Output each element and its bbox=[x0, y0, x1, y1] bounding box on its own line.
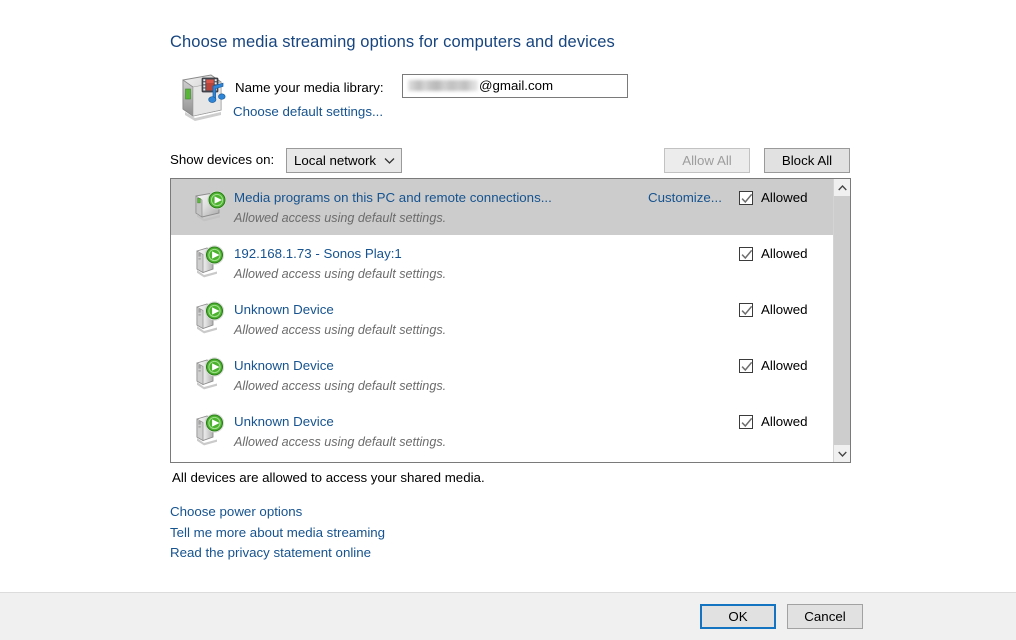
device-allowed-label: Allowed bbox=[761, 246, 808, 261]
device-allowed-label: Allowed bbox=[761, 358, 808, 373]
network-device-icon bbox=[193, 357, 229, 393]
ok-button[interactable]: OK bbox=[700, 604, 776, 629]
footer-links: Choose power optionsTell me more about m… bbox=[170, 502, 385, 564]
scrollbar-thumb[interactable] bbox=[834, 196, 850, 445]
device-allowed-label: Allowed bbox=[761, 414, 808, 429]
media-library-name-input[interactable]: @gmail.com bbox=[402, 74, 628, 98]
media-library-icon bbox=[175, 70, 229, 124]
redacted-username bbox=[408, 80, 478, 91]
device-name-link[interactable]: Unknown Device bbox=[234, 302, 334, 317]
checkbox-box bbox=[739, 415, 753, 429]
pc-media-device-icon bbox=[193, 189, 229, 225]
network-device-icon bbox=[193, 413, 229, 449]
show-devices-label: Show devices on: bbox=[170, 152, 274, 167]
media-library-label: Name your media library: bbox=[235, 80, 384, 95]
device-row[interactable]: Unknown Device Allowed access using defau… bbox=[171, 291, 834, 347]
dialog-content: Choose media streaming options for compu… bbox=[0, 0, 1016, 592]
network-scope-value: Local network bbox=[294, 153, 376, 168]
chevron-down-icon bbox=[384, 157, 393, 163]
device-name-link[interactable]: 192.168.1.73 - Sonos Play:1 bbox=[234, 246, 402, 261]
network-scope-dropdown[interactable]: Local network bbox=[286, 148, 402, 173]
device-name-link[interactable]: Media programs on this PC and remote con… bbox=[234, 190, 552, 205]
checkbox-box bbox=[739, 191, 753, 205]
footer-link[interactable]: Choose power options bbox=[170, 502, 302, 523]
network-device-icon bbox=[193, 245, 229, 281]
device-row[interactable]: 192.168.1.73 - Sonos Play:1 Allowed acces… bbox=[171, 235, 834, 291]
scroll-down-button[interactable] bbox=[834, 445, 850, 462]
checkbox-box bbox=[739, 247, 753, 261]
device-status-subtitle: Allowed access using default settings. bbox=[234, 435, 446, 449]
scroll-up-button[interactable] bbox=[834, 179, 850, 196]
footer-link[interactable]: Tell me more about media streaming bbox=[170, 523, 385, 544]
checkbox-box bbox=[739, 359, 753, 373]
media-library-row: Name your media library: @gmail.com Choo… bbox=[170, 68, 850, 126]
footer-link[interactable]: Read the privacy statement online bbox=[170, 543, 371, 564]
device-status-subtitle: Allowed access using default settings. bbox=[234, 267, 446, 281]
show-devices-row: Show devices on: Local network Allow All… bbox=[170, 148, 850, 174]
checkbox-box bbox=[739, 303, 753, 317]
device-row[interactable]: Unknown Device Allowed access using defau… bbox=[171, 403, 834, 459]
status-text: All devices are allowed to access your s… bbox=[172, 470, 485, 485]
block-all-button[interactable]: Block All bbox=[764, 148, 850, 173]
device-status-subtitle: Allowed access using default settings. bbox=[234, 211, 446, 225]
device-list-rows: Media programs on this PC and remote con… bbox=[171, 179, 834, 462]
device-row[interactable]: Unknown Device Allowed access using defau… bbox=[171, 347, 834, 403]
device-list[interactable]: Media programs on this PC and remote con… bbox=[170, 178, 851, 463]
device-status-subtitle: Allowed access using default settings. bbox=[234, 379, 446, 393]
device-status-subtitle: Allowed access using default settings. bbox=[234, 323, 446, 337]
allow-all-button[interactable]: Allow All bbox=[664, 148, 750, 173]
dialog-button-bar: OK Cancel bbox=[0, 592, 1016, 640]
choose-default-settings-link[interactable]: Choose default settings... bbox=[233, 104, 383, 119]
device-allowed-label: Allowed bbox=[761, 190, 808, 205]
page-title: Choose media streaming options for compu… bbox=[170, 33, 615, 52]
network-device-icon bbox=[193, 301, 229, 337]
device-list-scrollbar[interactable] bbox=[833, 179, 850, 462]
customize-link[interactable]: Customize... bbox=[648, 190, 722, 205]
media-library-name-suffix: @gmail.com bbox=[479, 78, 553, 93]
device-row[interactable]: Media programs on this PC and remote con… bbox=[171, 179, 834, 235]
device-name-link[interactable]: Unknown Device bbox=[234, 358, 334, 373]
device-allowed-label: Allowed bbox=[761, 302, 808, 317]
cancel-button[interactable]: Cancel bbox=[787, 604, 863, 629]
device-name-link[interactable]: Unknown Device bbox=[234, 414, 334, 429]
